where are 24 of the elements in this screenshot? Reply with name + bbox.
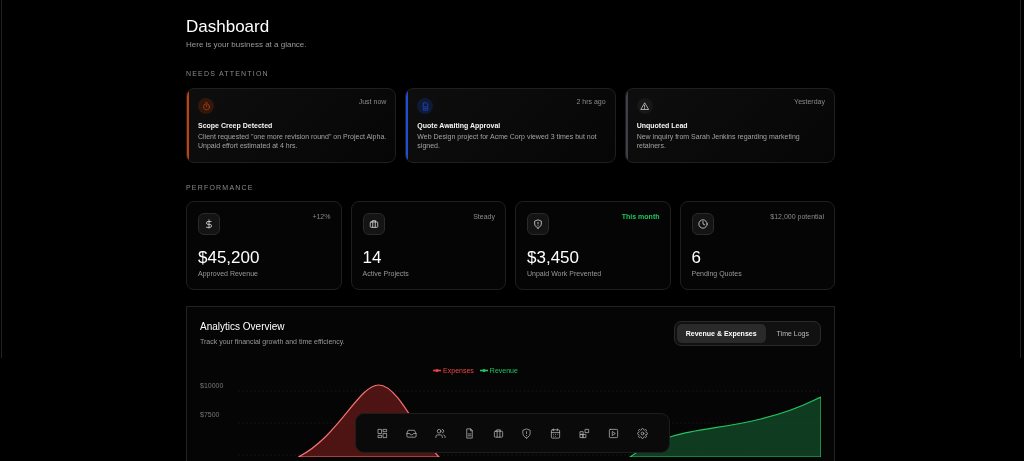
stat-value: 14 — [362, 248, 383, 268]
grid-icon[interactable] — [376, 427, 388, 439]
users-icon[interactable] — [434, 427, 446, 439]
clock-icon — [697, 219, 708, 229]
dollar-icon — [204, 219, 214, 229]
file-icon[interactable] — [463, 427, 475, 439]
page-title: Dashboard — [186, 16, 271, 38]
inbox-icon[interactable] — [405, 427, 417, 439]
blocks-icon[interactable] — [579, 427, 591, 439]
briefcase-icon[interactable] — [492, 427, 504, 439]
page-subtitle: Here is your business at a glance. — [186, 40, 308, 49]
shield-icon — [533, 219, 543, 229]
play-icon[interactable] — [608, 427, 620, 439]
calendar-icon[interactable] — [550, 427, 562, 439]
briefcase-icon — [368, 219, 379, 229]
warning-icon — [640, 101, 650, 111]
stat-value: $3,450 — [527, 248, 580, 268]
stat-value: 6 — [691, 248, 702, 268]
document-icon — [420, 101, 430, 111]
settings-icon[interactable] — [636, 427, 648, 439]
timer-icon — [201, 101, 211, 111]
shield-icon[interactable] — [521, 427, 533, 439]
stat-value: $45,200 — [198, 248, 261, 268]
panel-title: Analytics Overview — [200, 321, 286, 332]
